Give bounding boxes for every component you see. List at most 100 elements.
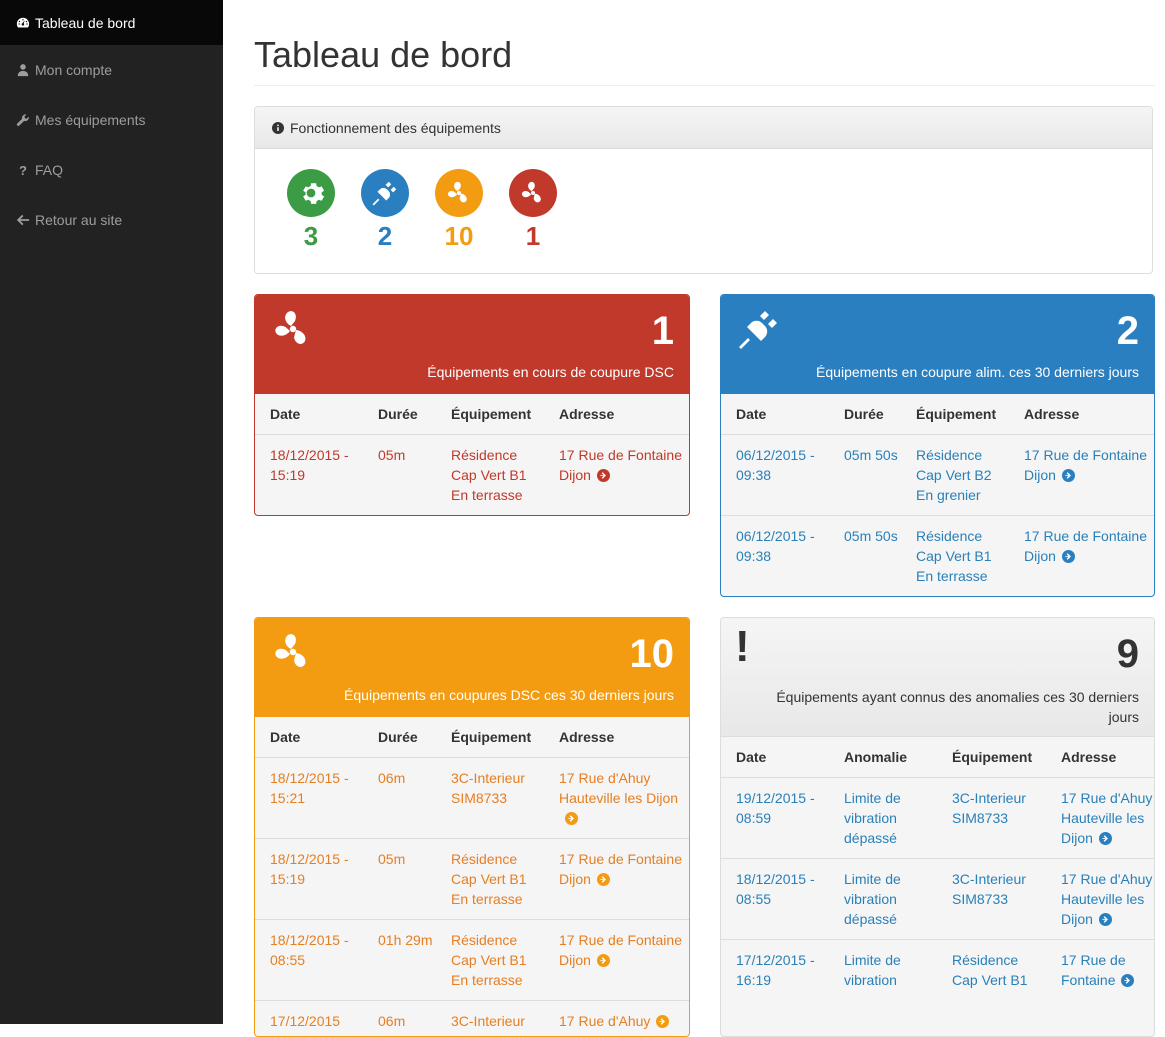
exclamation-icon: ! [735,622,750,672]
arrow-right-circle-icon[interactable] [1062,469,1075,482]
arrow-right-circle-icon[interactable] [597,954,610,967]
data-table: Date Durée Équipement Adresse 18/12/2015… [255,717,689,1037]
table-cell: 05m [363,839,436,920]
card-count: 9 [1117,632,1139,677]
table-row[interactable]: 18/12/2015 - 08:5501h 29mRésidence Cap V… [255,920,689,1001]
arrow-right-circle-icon[interactable] [565,812,578,825]
arrow-right-circle-icon[interactable] [1121,974,1134,987]
card-dsc-current: 1 Équipements en cours de coupure DSC Da… [254,294,690,516]
plug-icon [735,305,783,353]
stat-dsc-orange[interactable]: 10 [422,169,496,252]
cell-text: 05m 50s [844,447,898,463]
table-cell: 06/12/2015 - 09:38 [721,516,829,597]
table-cell: Résidence Cap Vert B2 En grenier [901,435,1009,516]
table-cell: Résidence Cap Vert B1 En terrasse [901,516,1009,597]
table-row[interactable]: 17/12/2015 - 16:19 Limite de vibration Rés… [721,940,1154,1001]
sidebar-item-back[interactable]: Retour au site [0,195,223,245]
arrow-right-circle-icon[interactable] [1099,832,1112,845]
table-cell: Résidence Cap Vert B1 [937,940,1046,1001]
table-cell: 05m 50s [829,516,901,597]
card-dsc-30-days: 10 Équipements en coupures DSC ces 30 de… [254,617,690,1037]
arrow-right-circle-icon[interactable] [1099,913,1112,926]
card-label: Équipements ayant connus des anomalies c… [749,687,1139,727]
table-cell: 06/12/2015 - 09:38 [721,435,829,516]
cell-text: 17 Rue de Fontaine Dijon [559,851,682,887]
cell-text: 17 Rue d'Ahuy [559,1013,650,1029]
card-heading: ! 9 Équipements ayant connus des anomali… [721,618,1154,737]
arrow-right-circle-icon[interactable] [656,1015,669,1028]
cell-text: 17 Rue de Fontaine Dijon [559,447,682,483]
cell-text: Limite de vibration dépassé [844,790,901,846]
dashboard-icon [16,16,30,30]
table-row[interactable]: 18/12/2015 - 15:1905mRésidence Cap Vert … [255,435,689,516]
table-row[interactable]: 19/12/2015 - 08:59 Limite de vibration dé… [721,778,1154,859]
arrow-right-circle-icon[interactable] [1062,550,1075,563]
sidebar-item-dashboard[interactable]: Tableau de bord [0,0,223,45]
card-label: Équipements en cours de coupure DSC [427,364,674,380]
table-cell: Limite de vibration dépassé [829,859,937,940]
info-icon [272,122,284,134]
cell-text: Résidence Cap Vert B1 [952,952,1028,988]
address-cell: 17 Rue d'Ahuy Hauteville les Dijon [1046,778,1154,859]
status-panel-heading: Fonctionnement des équipements [255,107,1152,149]
arrow-left-icon [16,213,30,227]
cell-text: Résidence Cap Vert B1 En terrasse [451,447,527,503]
table-cell: 19/12/2015 - 08:59 [721,778,829,859]
data-table: Date Durée Équipement Adresse 18/12/2015… [255,394,689,515]
cell-text: 05m [378,447,405,463]
sidebar-item-faq[interactable]: ? FAQ [0,145,223,195]
table-cell: 3C-Interieur [436,1001,544,1037]
address-cell: 17 Rue de Fontaine Dijon [544,920,689,1001]
question-icon: ? [16,163,30,177]
stat-dsc-red[interactable]: 1 [496,169,570,252]
table-row[interactable]: 18/12/2015 - 15:1905mRésidence Cap Vert … [255,839,689,920]
stat-value: 1 [526,221,540,252]
table-cell: Limite de vibration dépassé [829,778,937,859]
table-cell: 17/12/2015 [255,1001,363,1037]
sidebar: Tableau de bord Mon compte Mes équipemen… [0,0,223,1024]
address-cell: 17 Rue d'Ahuy Hauteville les Dijon [544,758,689,839]
table-cell: 17/12/2015 - 16:19 [721,940,829,1001]
table-cell: Résidence Cap Vert B1 En terrasse [436,920,544,1001]
cell-text: 06m [378,770,405,786]
arrow-right-circle-icon[interactable] [597,873,610,886]
sidebar-item-equipments[interactable]: Mes équipements [0,95,223,145]
card-count: 1 [652,309,674,354]
cell-text: Limite de vibration dépassé [844,871,901,927]
plug-icon [361,169,409,217]
table-row[interactable]: 06/12/2015 - 09:3805m 50s Résidence Cap V… [721,516,1154,597]
cell-text: 17 Rue de Fontaine Dijon [559,932,682,968]
card-label: Équipements en coupures DSC ces 30 derni… [344,687,674,703]
cell-text: 18/12/2015 - 08:55 [270,932,349,968]
stat-running[interactable]: 3 [274,169,348,252]
table-row[interactable]: 17/12/201506m3C-Interieur17 Rue d'Ahuy [255,1001,689,1037]
stat-power[interactable]: 2 [348,169,422,252]
table-cell: 06m [363,758,436,839]
column-header: Équipement [436,717,544,758]
gear-icon [287,169,335,217]
data-table: Date Durée Équipement Adresse 06/12/2015… [721,394,1154,596]
address-cell: 17 Rue de Fontaine Dijon [1009,435,1154,516]
cell-text: 18/12/2015 - 15:19 [270,851,349,887]
table-row[interactable]: 18/12/2015 - 08:55 Limite de vibration dé… [721,859,1154,940]
card-anomalies: ! 9 Équipements ayant connus des anomali… [720,617,1155,1037]
table-cell: 05m 50s [829,435,901,516]
cell-text: 17 Rue de Fontaine [1061,952,1126,988]
cell-text: 18/12/2015 - 08:55 [736,871,815,907]
column-header: Durée [829,394,901,435]
sidebar-item-account[interactable]: Mon compte [0,45,223,95]
table-row[interactable]: 06/12/2015 - 09:38 05m 50sRésidence Cap V… [721,435,1154,516]
table-cell: Résidence Cap Vert B1 En terrasse [436,435,544,516]
column-header: Adresse [544,717,689,758]
cell-text: Limite de vibration [844,952,901,988]
arrow-right-circle-icon[interactable] [597,469,610,482]
cell-text: 19/12/2015 - 08:59 [736,790,815,826]
cell-text: 17/12/2015 - 16:19 [736,952,815,988]
user-icon [16,63,30,77]
column-header: Date [721,737,829,778]
table-cell: 18/12/2015 - 15:19 [255,839,363,920]
sidebar-item-label: Tableau de bord [35,15,135,31]
main-content: Tableau de bord Fonctionnement des équip… [254,0,1155,274]
cell-text: Résidence Cap Vert B1 En terrasse [916,528,992,584]
table-row[interactable]: 18/12/2015 - 15:2106m3C-Interieur SIM873… [255,758,689,839]
